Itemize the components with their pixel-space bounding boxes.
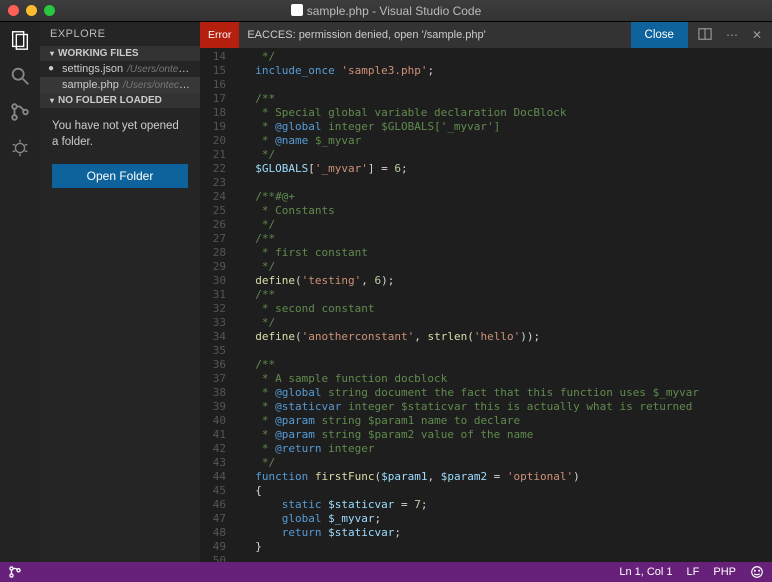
notification-bar: Error EACCES: permission denied, open '/… [200,22,772,48]
status-bar: Ln 1, Col 1 LF PHP [0,562,772,582]
file-icon [291,4,303,16]
open-folder-button[interactable]: Open Folder [52,164,188,188]
window-title: sample.php - Visual Studio Code [0,4,772,18]
editor-pane: Error EACCES: permission denied, open '/… [200,22,772,562]
explorer-icon[interactable] [8,28,32,52]
eol-indicator[interactable]: LF [687,566,700,578]
notification-message: EACCES: permission denied, open '/sample… [239,29,630,41]
debug-icon[interactable] [8,136,32,160]
language-mode[interactable]: PHP [713,566,736,578]
working-files-section[interactable]: WORKING FILES [40,46,200,61]
explorer-sidebar: EXPLORE WORKING FILES settings.json/User… [40,22,200,562]
code-content[interactable]: */ include_once 'sample3.php'; /** * Spe… [236,48,772,562]
error-badge: Error [200,22,239,48]
working-file-item[interactable]: sample.php/Users/ontecnia/... [40,77,200,93]
sidebar-title: EXPLORE [40,22,200,46]
git-icon[interactable] [8,100,32,124]
no-folder-message: You have not yet opened a folder. [40,108,200,160]
code-editor[interactable]: 1415161718192021222324252627282930313233… [200,48,772,562]
editor-actions: ⋯ ✕ [688,27,772,44]
no-folder-section[interactable]: NO FOLDER LOADED [40,93,200,108]
working-file-item[interactable]: settings.json/Users/ontecnia/... [40,61,200,77]
split-editor-icon[interactable] [698,27,712,44]
notification-close-button[interactable]: Close [631,22,688,48]
cursor-position[interactable]: Ln 1, Col 1 [619,566,672,578]
more-actions-icon[interactable]: ⋯ [726,28,738,42]
close-editor-icon[interactable]: ✕ [752,28,762,42]
window-titlebar: sample.php - Visual Studio Code [0,0,772,22]
feedback-icon[interactable] [750,565,764,580]
line-number-gutter: 1415161718192021222324252627282930313233… [200,48,236,562]
search-icon[interactable] [8,64,32,88]
git-branch-icon[interactable] [8,568,22,580]
activity-bar [0,22,40,562]
